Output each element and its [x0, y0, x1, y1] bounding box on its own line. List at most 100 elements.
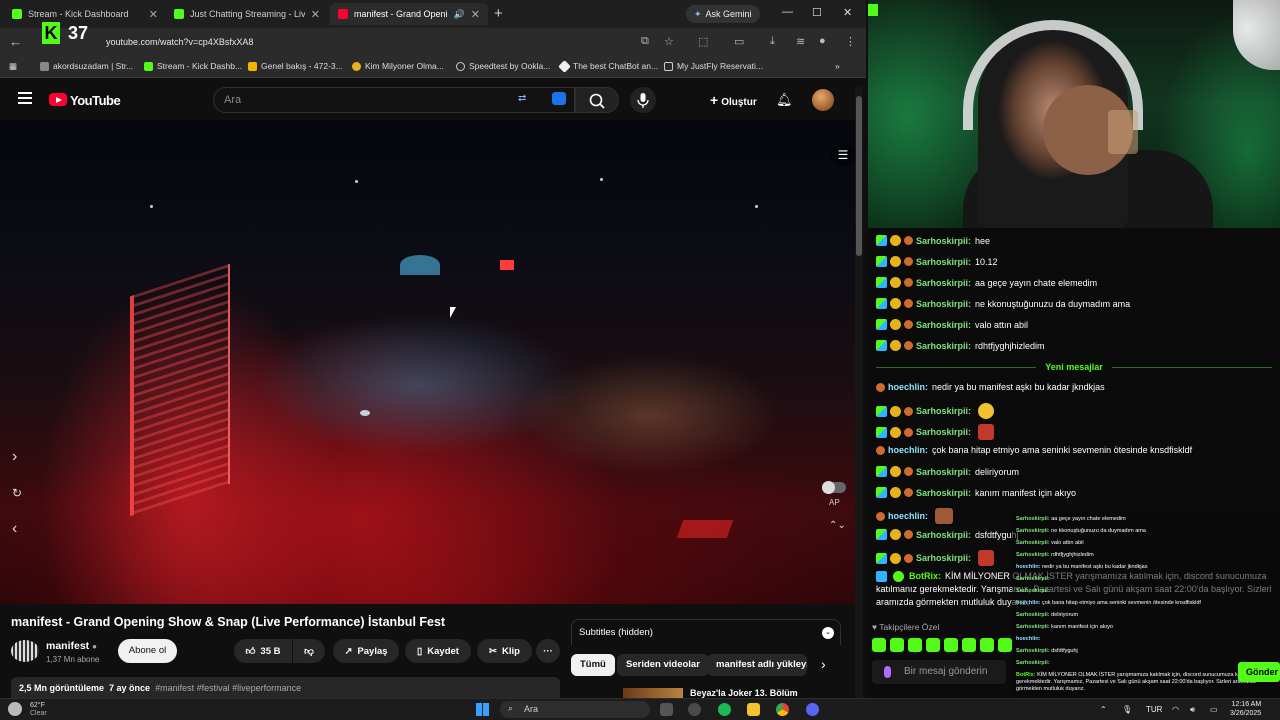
tab-manifest-youtube[interactable]: manifest - Grand Opening 🔊 ✕	[330, 3, 488, 25]
translate-icon[interactable]: ⇄	[518, 93, 526, 104]
channel-avatar[interactable]	[11, 640, 39, 662]
youtube-logo-icon[interactable]	[49, 93, 67, 106]
emote-icon[interactable]	[962, 638, 976, 652]
window-close-icon[interactable]: ✕	[843, 6, 852, 19]
youtube-logo-text[interactable]: YouTube	[70, 93, 121, 108]
chevron-up-icon[interactable]: ⌃	[1100, 705, 1107, 714]
speaker-icon[interactable]: 🔊	[454, 9, 465, 20]
emote-icon[interactable]	[980, 638, 994, 652]
chat-username[interactable]: Sarhoskirpii:	[916, 427, 971, 437]
apps-grid-icon[interactable]: ▦	[9, 61, 17, 72]
chat-username[interactable]: hoechlin:	[888, 445, 928, 455]
chat-username[interactable]: Sarhoskirpii:	[916, 320, 971, 330]
lens-icon[interactable]	[552, 92, 566, 105]
moon-weather-icon[interactable]	[8, 702, 22, 716]
chat-username[interactable]: Sarhoskirpii:	[916, 467, 971, 477]
chrome-icon[interactable]	[776, 703, 789, 716]
emote-icon[interactable]	[908, 638, 922, 652]
tab-kick-dashboard[interactable]: Stream - Kick Dashboard ✕	[4, 3, 166, 25]
file-explorer-icon[interactable]	[747, 703, 760, 716]
more-actions-button[interactable]: ···	[536, 639, 560, 663]
maximize-icon[interactable]: ☐	[812, 6, 822, 19]
player-menu-icon[interactable]: ☰	[830, 144, 856, 166]
voice-search-button[interactable]	[630, 87, 656, 113]
replay-icon[interactable]: ↻	[12, 486, 22, 500]
next-video-title[interactable]: Beyaz'la Joker 13. Bölüm	[690, 688, 798, 698]
emote-icon[interactable]	[926, 638, 940, 652]
battery-icon[interactable]: ▭	[1210, 705, 1218, 714]
bookmark-kick-dashboard[interactable]: Stream - Kick Dashb...	[144, 61, 242, 71]
save-button[interactable]: ▯ Kaydet	[405, 639, 471, 663]
new-messages-divider[interactable]: Yeni mesajlar	[868, 360, 1280, 374]
bookmark-speedtest[interactable]: Speedtest by Ookla...	[456, 61, 550, 71]
chevron-down-icon[interactable]: ⌄	[822, 627, 834, 639]
media-icon[interactable]: ≋	[796, 35, 805, 48]
chat-username[interactable]: Sarhoskirpii:	[916, 530, 971, 540]
chat-username[interactable]: Sarhoskirpii:	[916, 257, 971, 267]
emote-icon[interactable]	[872, 638, 886, 652]
obs-icon[interactable]	[688, 703, 701, 716]
autoplay-toggle[interactable]	[822, 481, 846, 494]
account-avatar[interactable]	[812, 89, 834, 111]
chevron-left-icon[interactable]: ‹	[12, 520, 17, 538]
sidepanel-icon[interactable]: ▭	[734, 35, 744, 48]
language-indicator[interactable]: TUR	[1146, 705, 1162, 714]
chat-username[interactable]: Sarhoskirpii:	[916, 341, 971, 351]
hashtags[interactable]: #manifest #festival #liveperformance	[155, 683, 301, 693]
emote-icon[interactable]	[944, 638, 958, 652]
chat-message-input[interactable]: Bir mesaj gönderin	[872, 660, 1006, 684]
spotify-icon[interactable]	[718, 703, 731, 716]
extensions-icon[interactable]: ⬚	[698, 35, 708, 48]
profile-icon[interactable]: ●	[819, 35, 826, 47]
chevron-right-icon[interactable]: »	[835, 61, 840, 71]
chat-username[interactable]: Sarhoskirpii:	[916, 299, 971, 309]
star-icon[interactable]: ☆	[664, 35, 674, 48]
subtitles-panel[interactable]: Subtitles (hidden) ⌄	[571, 619, 841, 645]
bookmark-justfly[interactable]: My JustFly Reservati...	[664, 61, 763, 71]
notifications-bell-icon[interactable]: 🔔︎	[776, 92, 793, 108]
send-button[interactable]: Gönder	[1238, 662, 1280, 682]
discord-icon[interactable]	[806, 703, 819, 716]
chat-username[interactable]: Sarhoskirpii:	[916, 488, 971, 498]
video-player[interactable]	[0, 120, 855, 604]
new-tab-button[interactable]: +	[494, 5, 503, 22]
microphone-icon[interactable]: 🎙︎	[1122, 705, 1132, 714]
dislike-button[interactable]: 👎︎	[293, 639, 325, 663]
like-button[interactable]: 👍︎ 35 B	[234, 639, 292, 663]
weather-widget[interactable]: 62°F Clear	[30, 702, 47, 718]
bookmark-kim-milyoner[interactable]: Kim Milyoner Olma...	[352, 61, 444, 71]
clip-button[interactable]: ✂ Klip	[477, 639, 532, 663]
chat-username[interactable]: Sarhoskirpii:	[916, 278, 971, 288]
kebab-menu-icon[interactable]: ⋮	[845, 35, 856, 48]
ask-gemini-button[interactable]: ✦ Ask Gemini	[686, 5, 760, 23]
description-box[interactable]: 2,5 Mn görüntüleme 7 ay önce #manifest #…	[11, 677, 560, 698]
chat-username[interactable]: Sarhoskirpii:	[916, 236, 971, 246]
create-button[interactable]: + Oluştur	[700, 88, 767, 112]
windows-start-icon[interactable]	[476, 703, 489, 716]
download-icon[interactable]: ⤓	[770, 35, 775, 48]
close-icon[interactable]: ✕	[311, 8, 320, 21]
hamburger-menu-icon[interactable]	[18, 92, 32, 104]
emote-icon[interactable]	[998, 638, 1012, 652]
volume-icon[interactable]: 🔊︎	[1190, 705, 1195, 715]
bookmark-chatbot[interactable]: The best ChatBot an...	[558, 59, 658, 73]
chip-uploader[interactable]: manifest adlı yükleyi	[707, 654, 807, 676]
bookmark-genel-bakis[interactable]: Genel bakış - 472-3...	[248, 61, 343, 71]
task-view-icon[interactable]	[660, 703, 673, 716]
emote-icon[interactable]	[890, 638, 904, 652]
chevron-right-icon[interactable]: ›	[12, 448, 17, 466]
chat-username[interactable]: Sarhoskirpii:	[916, 553, 971, 563]
cast-icon[interactable]: ⧉	[641, 35, 649, 48]
chat-username[interactable]: BotRix:	[909, 571, 941, 581]
chat-username[interactable]: hoechlin:	[888, 511, 928, 521]
close-icon[interactable]: ✕	[149, 8, 158, 21]
chat-username[interactable]: hoechlin:	[888, 382, 928, 392]
channel-name[interactable]: manifest ●	[46, 640, 97, 652]
next-video-thumbnail[interactable]	[623, 688, 683, 698]
chip-all[interactable]: Tümü	[571, 654, 615, 676]
taskbar-search[interactable]: Ara	[500, 701, 650, 718]
search-button[interactable]	[575, 87, 619, 113]
scrollbar-thumb[interactable]	[856, 96, 862, 256]
share-button[interactable]: ↗ Paylaş	[333, 639, 399, 663]
bookmark-akordsuzadam[interactable]: akordsuzadam | Str...	[40, 61, 133, 71]
